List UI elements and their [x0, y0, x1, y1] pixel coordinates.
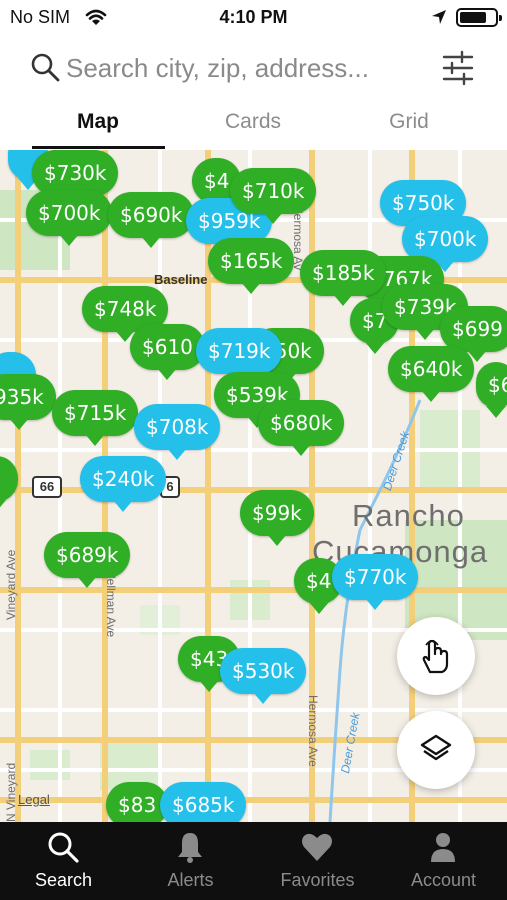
map-view[interactable]: Rancho Cucamonga Baseline Hermosa Av Her…: [0, 150, 507, 822]
price-pin[interactable]: $185k: [300, 250, 387, 306]
price-pin[interactable]: $640k: [388, 346, 475, 402]
price-pin[interactable]: $719k: [196, 328, 283, 384]
nav-favorites[interactable]: Favorites: [254, 822, 381, 900]
map-street-label: Baseline: [154, 272, 208, 287]
price-pin[interactable]: $530k: [220, 648, 307, 704]
price-pin[interactable]: $680k: [258, 400, 345, 456]
nav-search[interactable]: Search: [0, 822, 127, 900]
legal-link[interactable]: Legal: [18, 792, 50, 807]
heart-icon: [302, 833, 332, 861]
search-input[interactable]: [66, 48, 426, 88]
hand-pointer-icon: [422, 639, 449, 674]
location-arrow-icon: [431, 9, 447, 30]
map-city-label: Rancho: [352, 498, 465, 533]
tab-cards[interactable]: Cards: [173, 110, 333, 134]
price-pin[interactable]: $689k: [44, 532, 131, 588]
price-pin[interactable]: $165k: [208, 238, 295, 294]
price-pin[interactable]: $83: [106, 782, 169, 822]
nav-account[interactable]: Account: [380, 822, 507, 900]
view-tabs: Map Cards Grid: [0, 104, 507, 150]
price-pin[interactable]: $708k: [134, 404, 221, 460]
price-pin[interactable]: $710k: [230, 168, 317, 224]
layers-icon: [420, 734, 452, 761]
price-pin[interactable]: $99k: [240, 490, 314, 546]
map-street-label: Vineyard Ave: [4, 549, 18, 620]
price-pin[interactable]: $240k: [80, 456, 167, 512]
search-bar: [0, 40, 507, 96]
status-bar: No SIM 4:10 PM: [0, 0, 507, 34]
map-street-label: Hellman Ave: [104, 570, 118, 638]
nav-search-label: Search: [34, 870, 93, 890]
bell-icon: [178, 833, 202, 863]
nav-alerts-label: Alerts: [167, 870, 214, 890]
nav-favorites-label: Favorites: [280, 870, 355, 890]
price-pin[interactable]: $685k: [160, 782, 247, 822]
map-street-label: N Vineyard: [4, 762, 18, 822]
route-shield: 66: [32, 476, 62, 498]
search-icon: [48, 832, 79, 863]
price-pin[interactable]: $715k: [52, 390, 139, 446]
nav-alerts[interactable]: Alerts: [127, 822, 254, 900]
price-pin[interactable]: $6: [476, 362, 507, 418]
map-layers-button[interactable]: [397, 711, 475, 789]
price-pin[interactable]: $700k: [26, 190, 113, 246]
tab-grid[interactable]: Grid: [329, 110, 489, 134]
person-icon: [431, 833, 455, 862]
map-street-label: Hermosa Ave: [306, 695, 320, 767]
price-pin[interactable]: $770k: [332, 554, 419, 610]
nav-account-label: Account: [410, 870, 477, 890]
tab-map[interactable]: Map: [18, 110, 178, 134]
battery-icon: [456, 8, 502, 27]
price-pin[interactable]: 935k: [0, 374, 56, 430]
draw-area-button[interactable]: [397, 617, 475, 695]
price-pin[interactable]: $690k: [108, 192, 195, 248]
filter-sliders-icon[interactable]: [440, 50, 476, 91]
search-icon: [30, 52, 60, 87]
price-pin[interactable]: $610: [130, 324, 205, 380]
active-tab-indicator: [32, 146, 165, 149]
bottom-nav: Search Alerts Favorites Account: [0, 822, 507, 900]
